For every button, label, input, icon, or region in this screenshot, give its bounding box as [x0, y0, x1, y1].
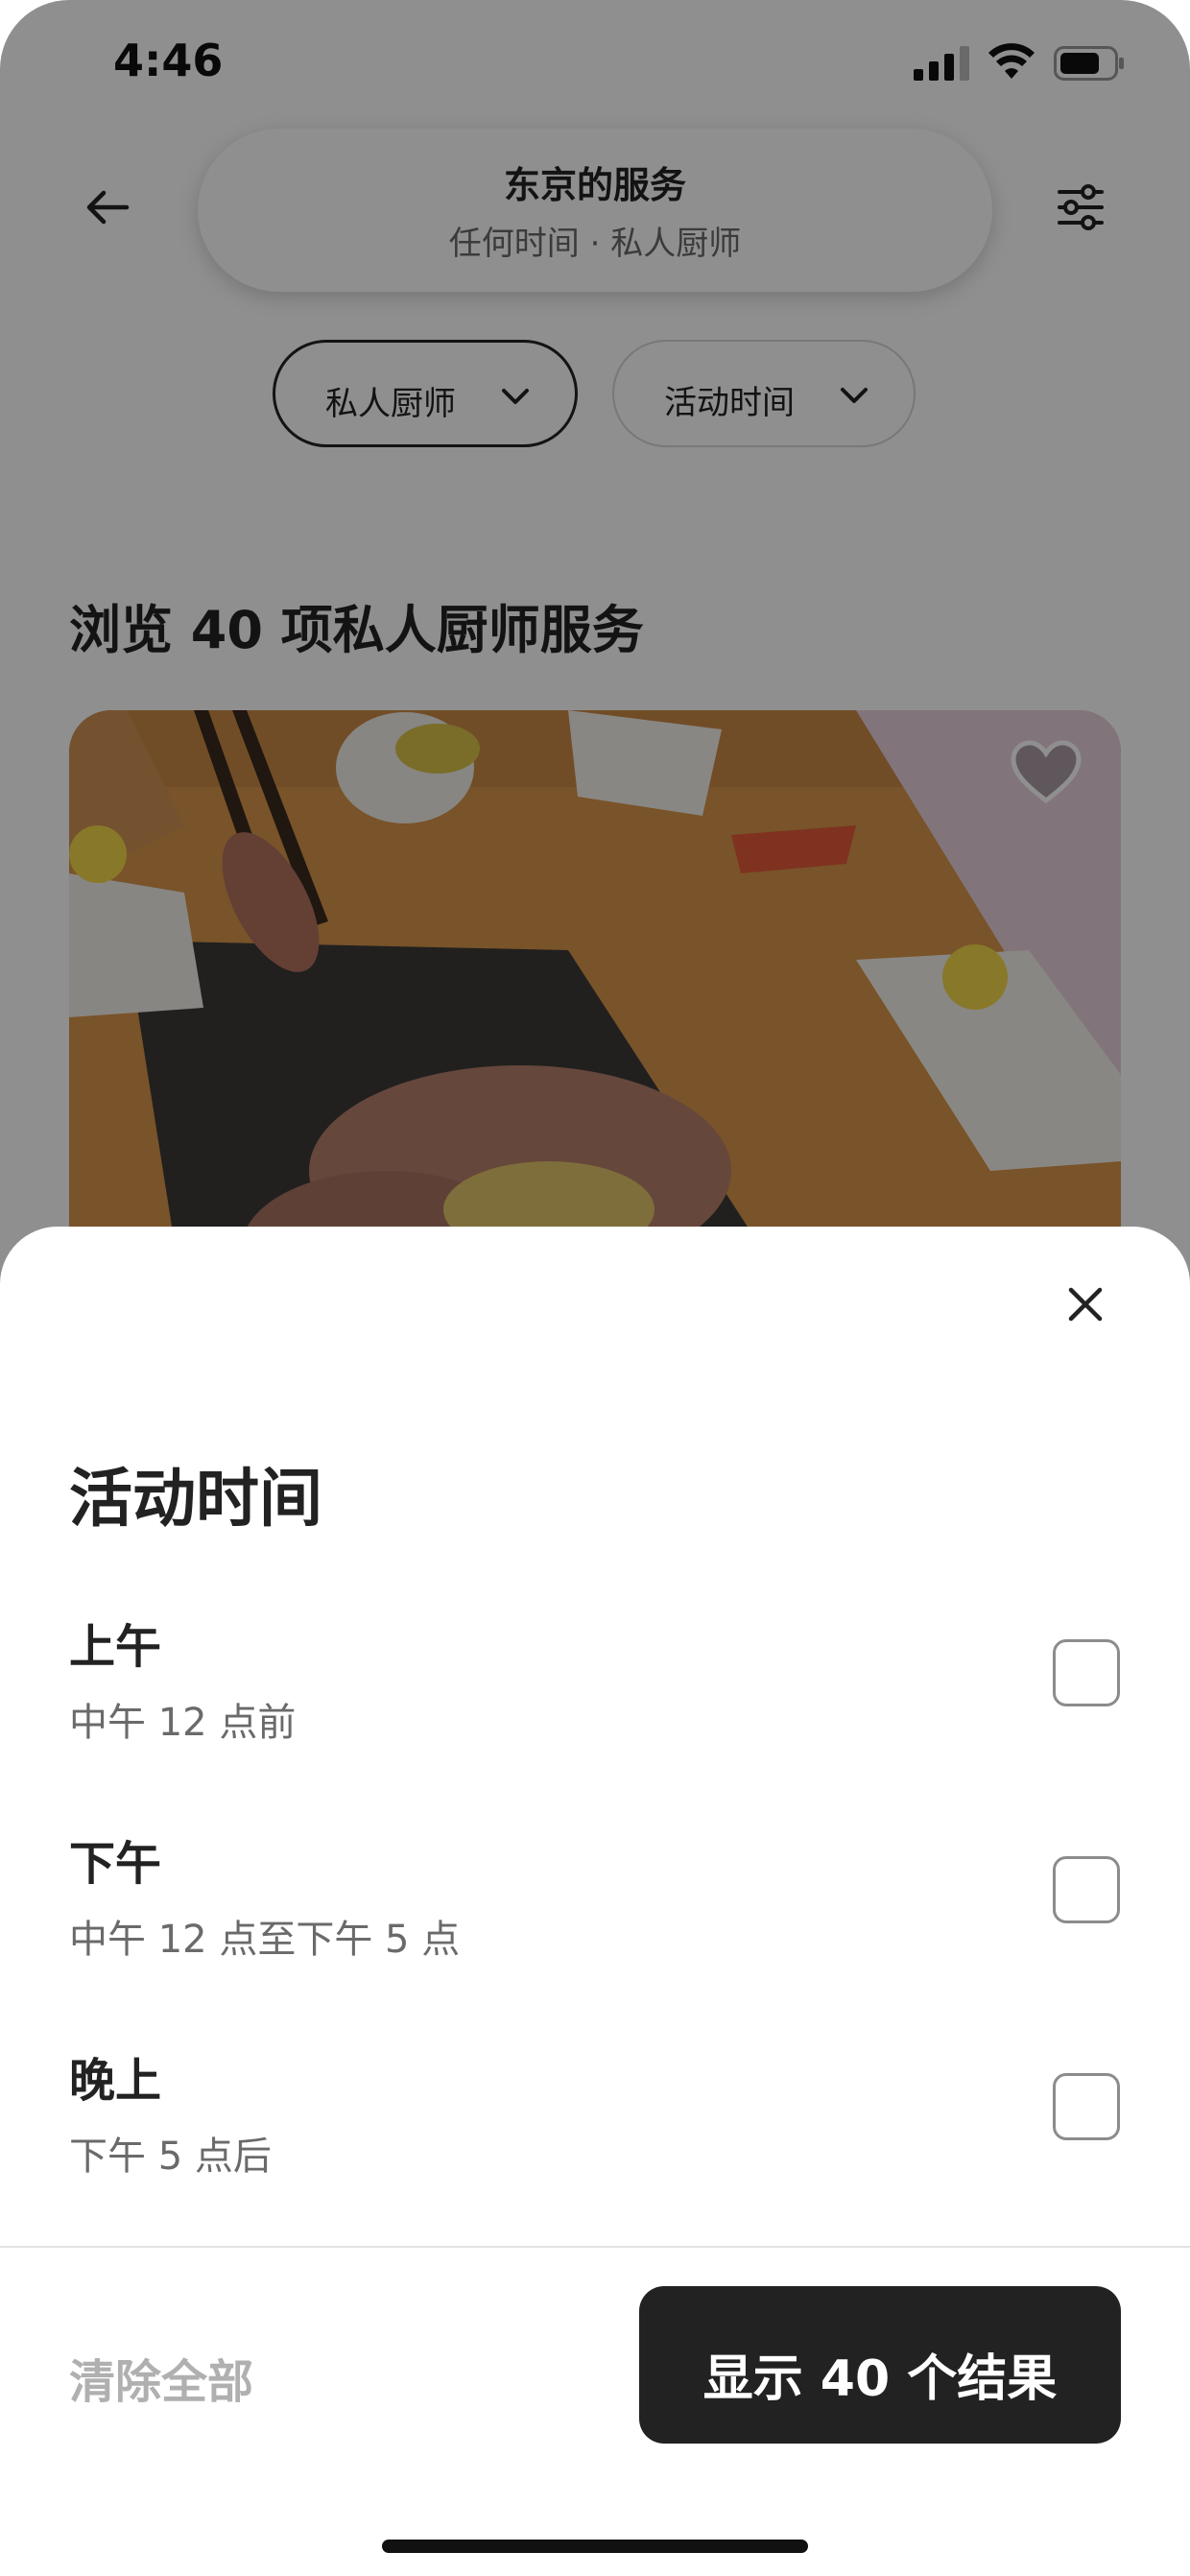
show-results-label: 显示 40 个结果 [702, 2350, 1058, 2408]
option-morning-subtitle: 中午 12 点前 [69, 1701, 297, 1745]
option-afternoon-checkbox[interactable] [1053, 1856, 1120, 1923]
option-evening-title: 晚上 [69, 2054, 162, 2108]
show-results-button[interactable]: 显示 40 个结果 [639, 2286, 1121, 2444]
modal-scrim[interactable] [0, 0, 1190, 1286]
option-morning-title: 上午 [69, 1620, 162, 1674]
option-evening-subtitle: 下午 5 点后 [69, 2135, 272, 2179]
clear-all-button[interactable]: 清除全部 [69, 2344, 253, 2411]
option-afternoon-title: 下午 [69, 1837, 162, 1891]
option-afternoon-subtitle: 中午 12 点至下午 5 点 [69, 1918, 461, 1962]
close-icon[interactable] [1061, 1280, 1109, 1328]
footer-divider [0, 2246, 1190, 2248]
home-indicator[interactable] [382, 2540, 808, 2553]
screen: 4:46 东京的服务 任何时间 · 私人厨师 私人厨师 活动时间 浏览 40 项… [0, 0, 1190, 2576]
option-morning-checkbox[interactable] [1053, 1639, 1120, 1706]
sheet-title: 活动时间 [69, 1462, 322, 1536]
option-evening-checkbox[interactable] [1053, 2073, 1120, 2140]
